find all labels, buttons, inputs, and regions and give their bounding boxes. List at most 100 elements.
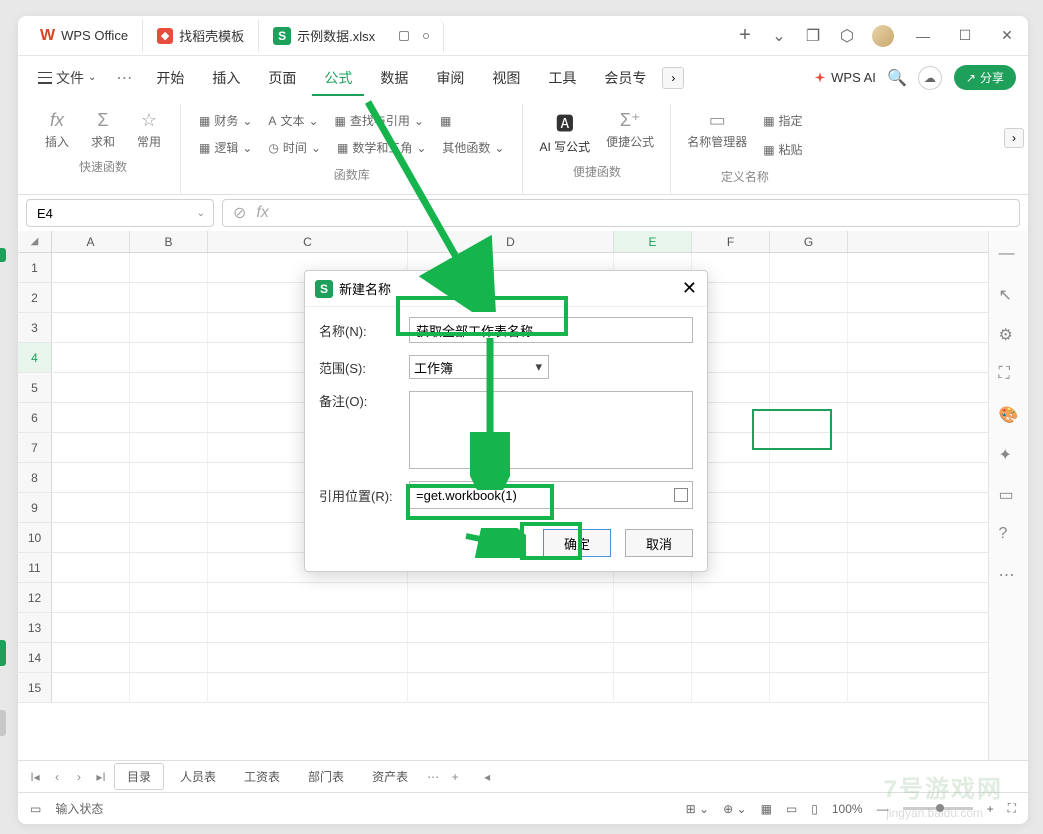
ribbon-scroll-right[interactable]: › <box>1004 128 1024 148</box>
cell[interactable] <box>692 673 770 702</box>
cell[interactable] <box>770 673 848 702</box>
menu-member[interactable]: 会员专 <box>592 60 658 96</box>
cell[interactable] <box>52 283 130 312</box>
name-manager-button[interactable]: ▭名称管理器 <box>681 108 753 162</box>
next-sheet-button[interactable]: › <box>70 770 88 784</box>
cloud-icon[interactable]: ☁ <box>918 66 942 90</box>
other-fn-button[interactable]: 其他函数 ⌄ <box>436 135 510 160</box>
cell[interactable] <box>52 253 130 282</box>
quick-formula-button[interactable]: Σ⁺便捷公式 <box>600 108 660 157</box>
tab-window-icon[interactable] <box>399 31 409 41</box>
more-icon[interactable]: ⋯ <box>108 68 140 88</box>
cell[interactable] <box>52 643 130 672</box>
cell[interactable] <box>614 583 692 612</box>
range-picker-icon[interactable] <box>674 488 688 502</box>
menu-scroll-right[interactable]: › <box>662 67 684 89</box>
row-header[interactable]: 9 <box>18 493 52 522</box>
cell[interactable] <box>208 613 408 642</box>
cursor-icon[interactable]: ↖ <box>999 285 1019 305</box>
scroll-left-icon[interactable]: ◂ <box>478 770 496 784</box>
cell[interactable] <box>770 493 848 522</box>
row-header[interactable]: 11 <box>18 553 52 582</box>
resize-handle-icon[interactable] <box>695 559 707 571</box>
cell[interactable] <box>130 313 208 342</box>
app-tab[interactable]: W WPS Office <box>26 20 143 52</box>
dialog-close-button[interactable]: ✕ <box>682 278 697 299</box>
cell[interactable] <box>52 373 130 402</box>
grid-icon[interactable]: ⊞ ⌄ <box>686 802 709 816</box>
cancel-icon[interactable]: ⊘ <box>233 203 246 223</box>
menu-tools[interactable]: 工具 <box>536 60 588 96</box>
row-header[interactable]: 15 <box>18 673 52 702</box>
sum-button[interactable]: Σ求和 <box>82 108 124 152</box>
cell[interactable] <box>130 613 208 642</box>
sheet-tab[interactable]: 人员表 <box>168 764 228 789</box>
tab-dot-icon[interactable] <box>423 33 429 39</box>
more-icon[interactable]: ⋯ <box>999 565 1019 585</box>
fullscreen-icon[interactable]: ⛶ <box>1008 801 1016 816</box>
row-header[interactable]: 4 <box>18 343 52 372</box>
cell[interactable] <box>208 643 408 672</box>
file-menu[interactable]: 文件 ⌄ <box>30 64 104 92</box>
cell[interactable] <box>52 433 130 462</box>
sheet-tab-active[interactable]: 目录 <box>114 763 164 790</box>
cell[interactable] <box>208 583 408 612</box>
cube-icon[interactable]: ⬡ <box>838 27 856 45</box>
col-header[interactable]: C <box>208 231 408 252</box>
cell[interactable] <box>770 373 848 402</box>
wps-ai-button[interactable]: WPS AI <box>813 70 876 85</box>
cell[interactable] <box>130 283 208 312</box>
col-header[interactable]: G <box>770 231 848 252</box>
cell[interactable] <box>770 313 848 342</box>
cell[interactable] <box>692 613 770 642</box>
cell[interactable] <box>408 613 614 642</box>
avatar[interactable] <box>872 25 894 47</box>
cell[interactable] <box>614 613 692 642</box>
cell[interactable] <box>52 313 130 342</box>
multi-window-icon[interactable]: ❐ <box>804 27 822 45</box>
comment-textarea[interactable] <box>409 391 693 469</box>
menu-page[interactable]: 页面 <box>256 60 308 96</box>
ref-input[interactable]: =get.workbook(1) <box>409 481 693 509</box>
math-button[interactable]: ▦ 数学和三角 ⌄ <box>331 135 432 160</box>
layout-icon[interactable]: ▭ <box>30 802 41 816</box>
template-tab[interactable]: ◆ 找稻壳模板 <box>143 20 259 52</box>
cell[interactable] <box>770 283 848 312</box>
cell[interactable] <box>770 463 848 492</box>
cell[interactable] <box>692 583 770 612</box>
maximize-button[interactable]: ☐ <box>952 23 978 49</box>
view-break-icon[interactable]: ▯ <box>811 802 818 816</box>
cell[interactable] <box>770 643 848 672</box>
row-header[interactable]: 12 <box>18 583 52 612</box>
cell[interactable] <box>130 463 208 492</box>
cell[interactable] <box>130 553 208 582</box>
cell[interactable] <box>130 253 208 282</box>
row-header[interactable]: 8 <box>18 463 52 492</box>
logic-button[interactable]: ▦ 逻辑 ⌄ <box>193 135 258 160</box>
menu-insert[interactable]: 插入 <box>200 60 252 96</box>
ai-formula-button[interactable]: 🅰AI 写公式 <box>533 108 596 157</box>
cell[interactable] <box>130 403 208 432</box>
col-header[interactable]: F <box>692 231 770 252</box>
search-icon[interactable]: 🔍 <box>888 69 906 87</box>
cell[interactable] <box>208 673 408 702</box>
define-button[interactable]: ▦ 指定 <box>757 108 808 133</box>
sheet-tab[interactable]: 工资表 <box>232 764 292 789</box>
cell[interactable] <box>770 553 848 582</box>
ok-button[interactable]: 确定 <box>543 529 611 557</box>
cell[interactable] <box>130 583 208 612</box>
formula-input[interactable]: ⊘ fx <box>222 199 1020 227</box>
view-page-icon[interactable]: ▭ <box>786 802 797 816</box>
cell[interactable] <box>52 583 130 612</box>
cell[interactable] <box>770 343 848 372</box>
settings-icon[interactable]: ⚙ <box>999 325 1019 345</box>
time-button[interactable]: ◷ 时间 ⌄ <box>262 135 327 160</box>
chevron-down-icon[interactable]: ⌄ <box>197 208 205 219</box>
row-header[interactable]: 7 <box>18 433 52 462</box>
financial-button[interactable]: ▦ 财务 ⌄ <box>193 108 258 133</box>
share-button[interactable]: ↗ 分享 <box>954 65 1016 90</box>
document-tab[interactable]: S 示例数据.xlsx <box>259 20 444 52</box>
row-header[interactable]: 2 <box>18 283 52 312</box>
cell[interactable] <box>52 523 130 552</box>
row-header[interactable]: 3 <box>18 313 52 342</box>
